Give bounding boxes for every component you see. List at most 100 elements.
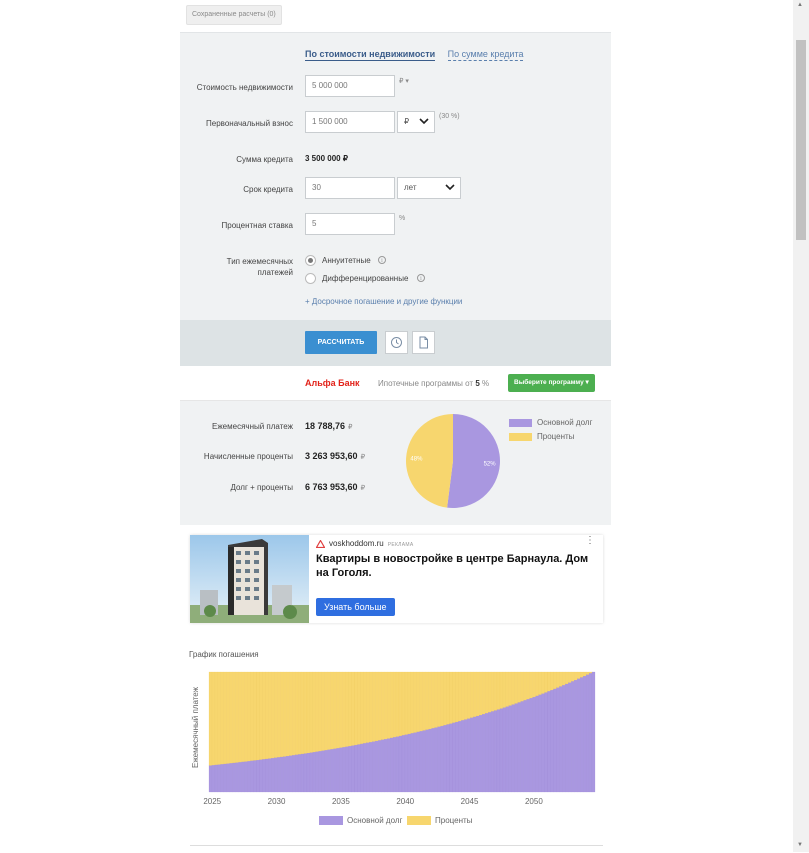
document-icon <box>419 336 428 349</box>
bar-interest <box>458 671 462 722</box>
property-cost-input[interactable]: 5 000 000 <box>305 75 395 97</box>
term-unit-select[interactable]: лет <box>397 177 461 199</box>
radio-differentiated[interactable] <box>305 273 316 284</box>
history-button[interactable] <box>385 331 408 354</box>
bar-principal <box>354 744 358 793</box>
bar-principal <box>461 720 465 793</box>
bar-principal <box>268 758 272 793</box>
bar-principal <box>529 698 533 793</box>
bar-interest <box>473 671 477 718</box>
radio-annuity-label[interactable]: Аннуитетные <box>322 256 371 265</box>
info-icon[interactable]: i <box>417 274 425 282</box>
property-cost-currency[interactable]: ₽ ▾ <box>399 77 409 85</box>
bar-interest <box>410 671 414 734</box>
bar-principal <box>238 762 242 793</box>
bar-interest <box>467 671 471 719</box>
ad-domain[interactable]: voskhoddom.ru РЕКЛАМА <box>329 539 414 548</box>
down-payment-unit-select[interactable]: ₽ <box>397 111 435 133</box>
legend-label: Основной долг <box>537 418 593 427</box>
bar-interest <box>309 671 314 753</box>
advertisement[interactable]: voskhoddom.ru РЕКЛАМА Квартиры в новостро… <box>190 535 603 623</box>
bar-principal <box>443 725 447 793</box>
bar-principal <box>434 727 438 793</box>
bar-interest <box>431 671 435 729</box>
down-payment-input[interactable]: 1 500 000 <box>305 111 395 133</box>
info-icon[interactable]: i <box>378 256 386 264</box>
term-unit-value: лет <box>404 183 417 192</box>
x-tick-label: 2030 <box>268 797 286 806</box>
tab-by-loan-amount[interactable]: По сумме кредита <box>447 49 524 61</box>
bar-interest <box>401 671 406 736</box>
bar-principal <box>321 750 325 793</box>
bar-principal <box>348 746 352 793</box>
pie-slice-label: 52% <box>484 461 497 467</box>
bar-interest <box>238 671 242 763</box>
scroll-down-icon[interactable]: ▼ <box>797 842 803 848</box>
bar-interest <box>407 671 412 735</box>
choose-program-button[interactable]: Выберите программу ▾ <box>508 374 595 392</box>
rate-input[interactable]: 5 <box>305 213 395 235</box>
scroll-up-icon[interactable]: ▲ <box>797 2 803 8</box>
radio-differentiated-label[interactable]: Дифференцированные <box>322 274 408 283</box>
bar-interest <box>580 671 584 678</box>
ad-title[interactable]: Квартиры в новостройке в центре Барнаула… <box>316 552 596 580</box>
bar-interest <box>505 671 509 707</box>
bar-interest <box>247 671 251 762</box>
bar-interest <box>333 671 337 749</box>
bar-principal <box>562 685 566 793</box>
term-input[interactable]: 30 <box>305 177 395 199</box>
calculate-button[interactable]: РАССЧИТАТЬ <box>305 331 377 354</box>
tab-by-property-cost[interactable]: По стоимости недвижимости <box>305 49 436 61</box>
bar-principal <box>357 744 361 793</box>
down-payment-label: Первоначальный взнос <box>206 119 293 128</box>
bar-principal <box>544 692 548 793</box>
page-scrollbar[interactable]: ▲ ▼ <box>793 0 809 852</box>
bar-principal <box>559 686 563 793</box>
results-panel: Ежемесячный платеж 18 788,76 ₽ Начисленны… <box>180 401 611 525</box>
bar-principal <box>398 735 403 793</box>
x-tick-label: 2050 <box>525 797 543 806</box>
saved-calculations-button[interactable]: Сохраненные расчеты (0) <box>186 5 282 25</box>
bar-interest <box>565 671 569 685</box>
bar-interest <box>300 671 305 755</box>
bar-principal <box>505 706 509 793</box>
more-functions-link[interactable]: + Досрочное погашение и другие функции <box>305 297 462 306</box>
ad-domain-text[interactable]: voskhoddom.ru <box>329 539 384 548</box>
bar-interest <box>434 671 438 728</box>
legend-label: Проценты <box>537 432 575 441</box>
loan-amount-value: 3 500 000 ₽ <box>305 154 348 163</box>
bar-interest <box>381 671 385 740</box>
radio-annuity[interactable] <box>305 255 316 266</box>
bar-principal <box>220 764 224 793</box>
bar-principal <box>508 705 512 793</box>
bar-interest <box>464 671 468 720</box>
bar-principal <box>425 729 429 793</box>
ad-learn-more-button[interactable]: Узнать больше <box>316 598 395 616</box>
bank-logo[interactable]: Альфа Банк <box>305 378 360 388</box>
bar-interest <box>390 671 394 739</box>
bar-interest <box>526 671 530 700</box>
building-image[interactable] <box>190 535 309 623</box>
bar-principal <box>488 712 492 793</box>
bar-principal <box>541 693 545 793</box>
scrollbar-thumb[interactable] <box>796 40 806 240</box>
bar-interest <box>404 671 409 735</box>
x-tick-label: 2045 <box>461 797 479 806</box>
bar-principal <box>452 722 456 793</box>
ad-menu-icon[interactable]: ⋮ <box>585 536 595 546</box>
bar-principal <box>502 707 507 793</box>
bar-interest <box>283 671 287 757</box>
bar-principal <box>292 755 296 793</box>
bar-interest <box>416 671 420 733</box>
bar-principal <box>532 697 536 793</box>
bar-principal <box>535 695 539 793</box>
bar-principal <box>410 733 414 793</box>
bar-interest <box>511 671 515 705</box>
bar-interest <box>502 671 507 708</box>
bar-interest <box>250 671 254 761</box>
bar-principal <box>226 763 230 793</box>
bar-principal <box>214 764 219 793</box>
document-button[interactable] <box>412 331 435 354</box>
bar-interest <box>354 671 358 746</box>
bar-interest <box>571 671 575 682</box>
